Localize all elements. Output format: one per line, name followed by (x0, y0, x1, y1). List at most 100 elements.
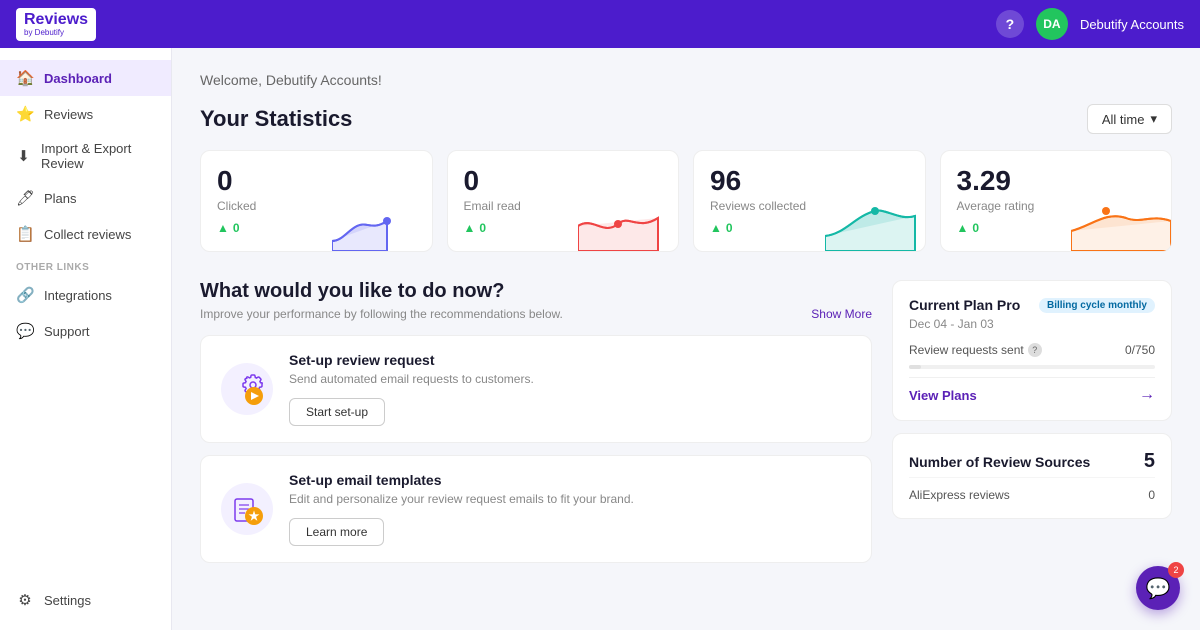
other-links-label: OTHER LINKS (0, 252, 171, 277)
view-plans-link[interactable]: View Plans (909, 388, 977, 403)
sidebar-item-dashboard[interactable]: 🏠 Dashboard (0, 60, 171, 96)
sidebar-label-import: Import & Export Review (41, 141, 155, 171)
main-content: Welcome, Debutify Accounts! Your Statist… (172, 48, 1200, 630)
aliexpress-row: AliExpress reviews 0 (909, 477, 1155, 502)
stat-value-rating: 3.29 (957, 167, 1156, 195)
aliexpress-label: AliExpress reviews (909, 488, 1010, 502)
sidebar-item-plans[interactable]: 🖊 Plans (0, 180, 171, 216)
chat-button[interactable]: 💬 2 (1136, 566, 1180, 610)
current-plan-card: Current Plan Pro Billing cycle monthly D… (892, 280, 1172, 421)
stat-value-reviews: 96 (710, 167, 909, 195)
home-icon: 🏠 (16, 69, 34, 87)
stat-value-clicked: 0 (217, 167, 416, 195)
right-column: Current Plan Pro Billing cycle monthly D… (892, 280, 1172, 575)
user-name: Debutify Accounts (1080, 17, 1184, 32)
what-to-do-title: What would you like to do now? (200, 280, 872, 303)
collect-icon: 📋 (16, 225, 34, 243)
stat-card-clicked: 0 Clicked ▲ 0 (200, 150, 433, 252)
action-card-setup-review: Set-up review request Send automated ema… (200, 335, 872, 443)
top-navigation: Reviews by Debutify ? DA Debutify Accoun… (0, 0, 1200, 48)
sidebar-label-reviews: Reviews (44, 107, 93, 122)
progress-bar-track (909, 365, 1155, 369)
stat-card-rating: 3.29 Average rating ▲ 0 (940, 150, 1173, 252)
aliexpress-value: 0 (1148, 488, 1155, 502)
sidebar-label-integrations: Integrations (44, 288, 112, 303)
info-icon: ? (1028, 343, 1042, 357)
action-info-setup-review: Set-up review request Send automated ema… (289, 352, 851, 426)
up-arrow-icon-4: ▲ (957, 221, 969, 235)
progress-bar-fill (909, 365, 921, 369)
sidebar-item-integrations[interactable]: 🔗 Integrations (0, 277, 171, 313)
sidebar-label-collect: Collect reviews (44, 227, 131, 242)
stat-card-email: 0 Email read ▲ 0 (447, 150, 680, 252)
gear-play-icon (221, 363, 273, 415)
what-to-do-subtitle: Improve your performance by following th… (200, 307, 563, 321)
star-icon: ⭐ (16, 105, 34, 123)
time-filter-button[interactable]: All time ▾ (1087, 104, 1172, 134)
action-title-setup-review: Set-up review request (289, 352, 851, 368)
action-desc-setup-review: Send automated email requests to custome… (289, 372, 851, 386)
what-to-do-subheader: Improve your performance by following th… (200, 307, 872, 321)
sidebar-item-reviews[interactable]: ⭐ Reviews (0, 96, 171, 132)
sidebar-label-settings: Settings (44, 593, 91, 608)
email-template-icon: ★ (221, 483, 273, 535)
billing-badge: Billing cycle monthly (1039, 298, 1155, 313)
action-card-email-templates: ★ Set-up email templates Edit and person… (200, 455, 872, 563)
bottom-section: What would you like to do now? Improve y… (200, 280, 1172, 575)
review-sources-card: Number of Review Sources 5 AliExpress re… (892, 433, 1172, 519)
stat-chart-email (578, 196, 678, 251)
left-column: What would you like to do now? Improve y… (200, 280, 872, 575)
svg-text:★: ★ (249, 509, 260, 523)
action-info-email-templates: Set-up email templates Edit and personal… (289, 472, 851, 546)
view-plans-row: View Plans → (909, 377, 1155, 404)
logo-box: Reviews by Debutify (16, 8, 96, 41)
sidebar-item-settings[interactable]: ⚙ Settings (0, 582, 171, 618)
learn-more-button[interactable]: Learn more (289, 518, 384, 546)
plan-dates: Dec 04 - Jan 03 (909, 317, 1155, 331)
download-icon: ⬇ (16, 147, 31, 165)
avatar: DA (1036, 8, 1068, 40)
support-icon: 💬 (16, 322, 34, 340)
chat-icon: 💬 (1146, 576, 1171, 601)
sidebar-label-support: Support (44, 324, 90, 339)
stat-cards: 0 Clicked ▲ 0 0 Email read (200, 150, 1172, 252)
integrations-icon: 🔗 (16, 286, 34, 304)
sidebar-item-support[interactable]: 💬 Support (0, 313, 171, 349)
plan-title: Current Plan Pro (909, 297, 1020, 313)
setup-review-icon-wrap (221, 363, 273, 415)
logo-subtitle: by Debutify (24, 28, 88, 37)
stats-header: Your Statistics All time ▾ (200, 104, 1172, 134)
sidebar-label-dashboard: Dashboard (44, 71, 112, 86)
up-arrow-icon-2: ▲ (464, 221, 476, 235)
sidebar-item-collect[interactable]: 📋 Collect reviews (0, 216, 171, 252)
gear-icon: ⚙ (16, 591, 34, 609)
plan-card-header: Current Plan Pro Billing cycle monthly (909, 297, 1155, 313)
arrow-right-icon: → (1139, 386, 1155, 404)
nav-right: ? DA Debutify Accounts (996, 8, 1184, 40)
plan-requests-row: Review requests sent ? 0/750 (909, 343, 1155, 357)
chevron-down-icon: ▾ (1150, 111, 1157, 127)
sidebar-label-plans: Plans (44, 191, 77, 206)
sources-title: Number of Review Sources (909, 454, 1090, 470)
stat-chart-clicked (332, 196, 432, 251)
up-arrow-icon: ▲ (217, 221, 229, 235)
sidebar-item-import-export[interactable]: ⬇ Import & Export Review (0, 132, 171, 180)
stat-chart-rating (1071, 196, 1171, 251)
sources-value: 5 (1144, 450, 1155, 473)
app-logo: Reviews by Debutify (16, 8, 96, 41)
action-title-email: Set-up email templates (289, 472, 851, 488)
help-button[interactable]: ? (996, 10, 1024, 38)
show-more-link[interactable]: Show More (811, 307, 872, 321)
chat-badge: 2 (1168, 562, 1184, 578)
plan-requests-label: Review requests sent ? (909, 343, 1042, 357)
stats-title: Your Statistics (200, 106, 352, 132)
plans-icon: 🖊 (16, 189, 34, 207)
logo-text: Reviews (24, 12, 88, 28)
start-setup-button[interactable]: Start set-up (289, 398, 385, 426)
email-template-icon-wrap: ★ (221, 483, 273, 535)
sources-header-row: Number of Review Sources 5 (909, 450, 1155, 473)
stat-chart-reviews (825, 196, 925, 251)
stat-value-email: 0 (464, 167, 663, 195)
sidebar: 🏠 Dashboard ⭐ Reviews ⬇ Import & Export … (0, 48, 172, 630)
welcome-text: Welcome, Debutify Accounts! (200, 72, 1172, 88)
